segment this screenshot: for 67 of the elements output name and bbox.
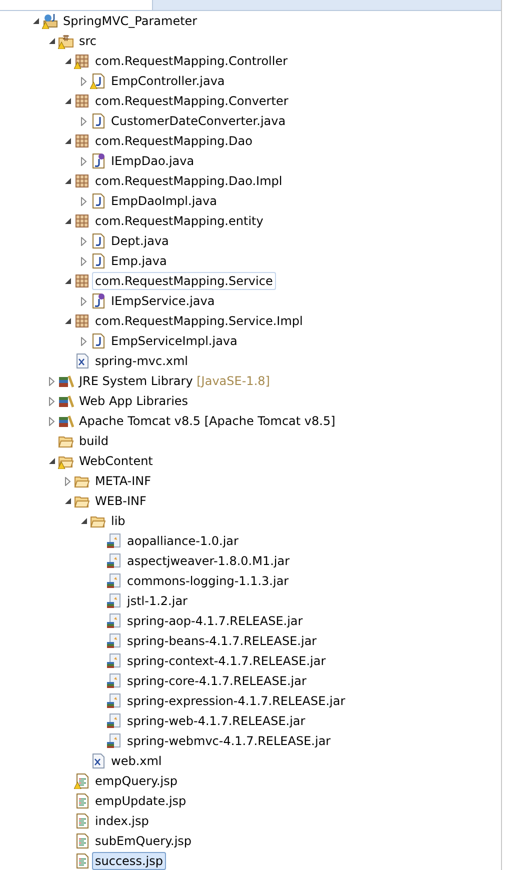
tree-item[interactable]: spring-webmvc-4.1.7.RELEASE.jar bbox=[124, 732, 334, 750]
expand-icon[interactable] bbox=[81, 156, 87, 166]
tree-item[interactable]: subEmQuery.jsp bbox=[92, 832, 195, 850]
tree-item[interactable]: Apache Tomcat v8.5 [Apache Tomcat v8.5] bbox=[76, 412, 338, 430]
tree-item[interactable]: src bbox=[76, 32, 100, 50]
tree-item[interactable]: spring-core-4.1.7.RELEASE.jar bbox=[124, 672, 310, 690]
tree-item[interactable]: spring-context-4.1.7.RELEASE.jar bbox=[124, 652, 329, 670]
tree-item[interactable]: aspectjweaver-1.8.0.M1.jar bbox=[124, 552, 293, 570]
collapse-icon[interactable] bbox=[64, 278, 72, 284]
tree-item[interactable]: commons-logging-1.1.3.jar bbox=[124, 572, 292, 590]
tree-item[interactable]: EmpController.java bbox=[108, 72, 228, 90]
tree-item[interactable]: build bbox=[76, 432, 112, 450]
tree-item[interactable]: success.jsp bbox=[92, 852, 166, 870]
collapse-icon[interactable] bbox=[64, 138, 72, 144]
tree-item[interactable]: spring-web-4.1.7.RELEASE.jar bbox=[124, 712, 308, 730]
tree-item[interactable]: META-INF bbox=[92, 472, 154, 490]
tree-item[interactable]: WEB-INF bbox=[92, 492, 150, 510]
tree-item[interactable]: CustomerDateConverter.java bbox=[108, 112, 289, 130]
expand-icon[interactable] bbox=[81, 336, 87, 346]
collapse-icon[interactable] bbox=[80, 518, 88, 524]
expand-icon[interactable] bbox=[49, 396, 55, 406]
tree-item[interactable]: spring-expression-4.1.7.RELEASE.jar bbox=[124, 692, 348, 710]
expand-icon[interactable] bbox=[81, 236, 87, 246]
tree-item[interactable]: com.RequestMapping.Converter bbox=[92, 92, 292, 110]
tree-item[interactable]: com.RequestMapping.Service bbox=[92, 272, 276, 290]
tree-item[interactable]: IEmpService.java bbox=[108, 292, 218, 310]
tree-item[interactable]: EmpServiceImpl.java bbox=[108, 332, 240, 350]
tree-item[interactable]: IEmpDao.java bbox=[108, 152, 198, 170]
expand-icon[interactable] bbox=[81, 76, 87, 86]
expand-icon[interactable] bbox=[65, 476, 71, 486]
tree-item[interactable]: JRE System Library [JavaSE-1.8] bbox=[76, 372, 273, 390]
tree-item[interactable]: WebContent bbox=[76, 452, 156, 470]
tree-item[interactable]: com.RequestMapping.Controller bbox=[92, 52, 291, 70]
tree-item[interactable]: empQuery.jsp bbox=[92, 772, 180, 790]
collapse-icon[interactable] bbox=[48, 458, 56, 464]
tree-item[interactable]: com.RequestMapping.entity bbox=[92, 212, 266, 230]
expand-icon[interactable] bbox=[81, 296, 87, 306]
tree-item[interactable]: spring-mvc.xml bbox=[92, 352, 192, 370]
tree-item[interactable]: aopalliance-1.0.jar bbox=[124, 532, 242, 550]
tree-item[interactable]: spring-beans-4.1.7.RELEASE.jar bbox=[124, 632, 320, 650]
tree-item[interactable]: Dept.java bbox=[108, 232, 172, 250]
tree-item[interactable]: Web App Libraries bbox=[76, 392, 192, 410]
expand-icon[interactable] bbox=[49, 416, 55, 426]
tree-item[interactable]: SpringMVC_Parameter bbox=[60, 12, 200, 30]
tree-item[interactable]: jstl-1.2.jar bbox=[124, 592, 190, 610]
tree-item[interactable]: web.xml bbox=[108, 752, 165, 770]
tree-item[interactable]: index.jsp bbox=[92, 812, 152, 830]
expand-icon[interactable] bbox=[49, 376, 55, 386]
collapse-icon[interactable] bbox=[32, 18, 40, 24]
collapse-icon[interactable] bbox=[64, 498, 72, 504]
expand-icon[interactable] bbox=[81, 256, 87, 266]
collapse-icon[interactable] bbox=[64, 318, 72, 324]
tree-item[interactable]: EmpDaoImpl.java bbox=[108, 192, 220, 210]
tree-item[interactable]: empUpdate.jsp bbox=[92, 792, 190, 810]
collapse-icon[interactable] bbox=[64, 58, 72, 64]
collapse-icon[interactable] bbox=[48, 38, 56, 44]
collapse-icon[interactable] bbox=[64, 98, 72, 104]
tree-item[interactable]: com.RequestMapping.Service.Impl bbox=[92, 312, 306, 330]
collapse-icon[interactable] bbox=[64, 218, 72, 224]
tree-item[interactable]: com.RequestMapping.Dao.Impl bbox=[92, 172, 286, 190]
expand-icon[interactable] bbox=[81, 116, 87, 126]
tree-item[interactable]: Emp.java bbox=[108, 252, 170, 270]
tree-item[interactable]: spring-aop-4.1.7.RELEASE.jar bbox=[124, 612, 306, 630]
tree-item[interactable]: com.RequestMapping.Dao bbox=[92, 132, 256, 150]
tree-item[interactable]: lib bbox=[108, 512, 128, 530]
collapse-icon[interactable] bbox=[64, 178, 72, 184]
expand-icon[interactable] bbox=[81, 196, 87, 206]
